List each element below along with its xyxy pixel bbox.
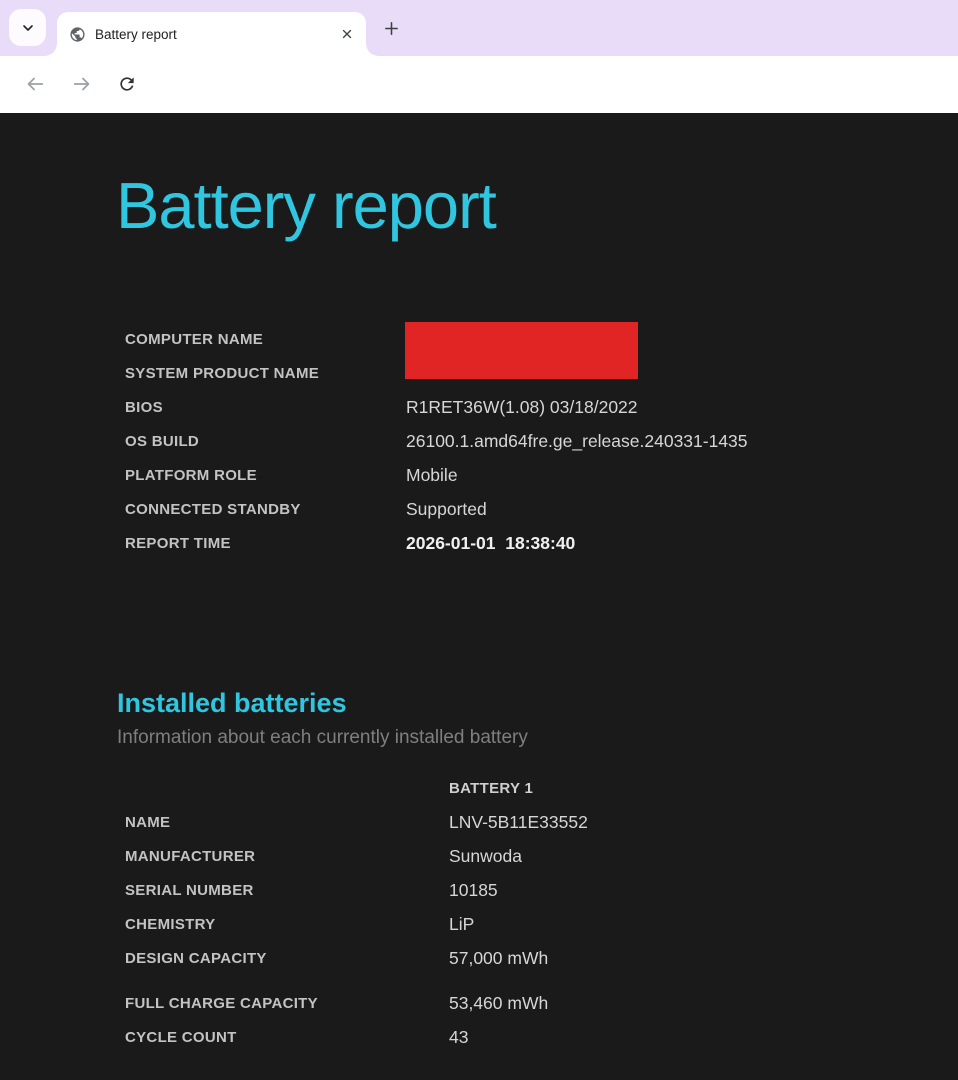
row-value: 43 (449, 1027, 468, 1048)
row-value: 57,000 mWh (449, 948, 548, 969)
row-label: DESIGN CAPACITY (125, 950, 449, 967)
back-button[interactable] (18, 67, 52, 101)
row-value: R1RET36W(1.08) 03/18/2022 (406, 397, 638, 418)
redaction-box (405, 322, 638, 379)
battery-row-serial-number: SERIAL NUMBER 10185 (125, 873, 588, 907)
row-value: LNV-5B11E33552 (449, 812, 588, 833)
row-label: FULL CHARGE CAPACITY (125, 995, 449, 1012)
chevron-down-icon (20, 20, 36, 36)
plus-icon (383, 20, 400, 37)
row-value: LiP (449, 914, 474, 935)
row-label: SERIAL NUMBER (125, 882, 449, 899)
reload-button[interactable] (110, 67, 144, 101)
close-icon (340, 27, 354, 41)
tab-strip: Battery report (0, 0, 958, 56)
row-label: OS BUILD (125, 433, 406, 450)
row-value: Mobile (406, 465, 458, 486)
info-row-os-build: OS BUILD 26100.1.amd64fre.ge_release.240… (125, 424, 748, 458)
tab-search-button[interactable] (9, 9, 46, 46)
row-label: MANUFACTURER (125, 848, 449, 865)
battery-row-design-capacity: DESIGN CAPACITY 57,000 mWh (125, 941, 588, 975)
browser-window: Battery report File C:/Users/iii/battery… (0, 0, 958, 1080)
row-label: PLATFORM ROLE (125, 467, 406, 484)
row-label: REPORT TIME (125, 535, 406, 552)
row-label: CHEMISTRY (125, 916, 449, 933)
battery-row-cycle-count: CYCLE COUNT 43 (125, 1020, 588, 1054)
battery-row-name: NAME LNV-5B11E33552 (125, 805, 588, 839)
battery-row-chemistry: CHEMISTRY LiP (125, 907, 588, 941)
tab-close-button[interactable] (336, 23, 358, 45)
info-row-connected-standby: CONNECTED STANDBY Supported (125, 492, 748, 526)
arrow-right-icon (71, 73, 93, 95)
row-value: 2026-01-01 18:38:40 (406, 533, 575, 554)
row-value: 26100.1.amd64fre.ge_release.240331-1435 (406, 431, 748, 452)
battery-row-full-charge-capacity: FULL CHARGE CAPACITY 53,460 mWh (125, 986, 588, 1020)
row-value: 10185 (449, 880, 498, 901)
battery-info-table: BATTERY 1 NAME LNV-5B11E33552 MANUFACTUR… (125, 771, 588, 1054)
row-label: CONNECTED STANDBY (125, 501, 406, 518)
battery-row-manufacturer: MANUFACTURER Sunwoda (125, 839, 588, 873)
row-value: 53,460 mWh (449, 993, 548, 1014)
battery-column-header: BATTERY 1 (449, 780, 533, 797)
tab-battery-report[interactable]: Battery report (57, 12, 366, 56)
info-row-bios: BIOS R1RET36W(1.08) 03/18/2022 (125, 390, 748, 424)
row-value: Sunwoda (449, 846, 522, 867)
page-title: Battery report (116, 173, 496, 238)
battery-report-page: Battery report COMPUTER NAME SYSTEM PROD… (0, 113, 958, 1080)
browser-toolbar: File C:/Users/iii/battery-report.html (0, 56, 958, 113)
info-row-report-time: REPORT TIME 2026-01-01 18:38:40 (125, 526, 748, 560)
row-value: Supported (406, 499, 487, 520)
row-label: BIOS (125, 399, 406, 416)
battery-column-header-row: BATTERY 1 (125, 771, 588, 805)
refresh-icon (117, 74, 137, 94)
new-tab-button[interactable] (377, 14, 405, 42)
row-label: NAME (125, 814, 449, 831)
installed-batteries-heading: Installed batteries (117, 688, 347, 719)
row-label: CYCLE COUNT (125, 1029, 449, 1046)
row-label: SYSTEM PRODUCT NAME (125, 365, 406, 382)
installed-batteries-subtitle: Information about each currently install… (117, 727, 528, 749)
forward-button[interactable] (65, 67, 99, 101)
tab-title: Battery report (95, 27, 336, 42)
arrow-left-icon (24, 73, 46, 95)
row-label: COMPUTER NAME (125, 331, 406, 348)
globe-icon (69, 26, 86, 43)
info-row-platform-role: PLATFORM ROLE Mobile (125, 458, 748, 492)
